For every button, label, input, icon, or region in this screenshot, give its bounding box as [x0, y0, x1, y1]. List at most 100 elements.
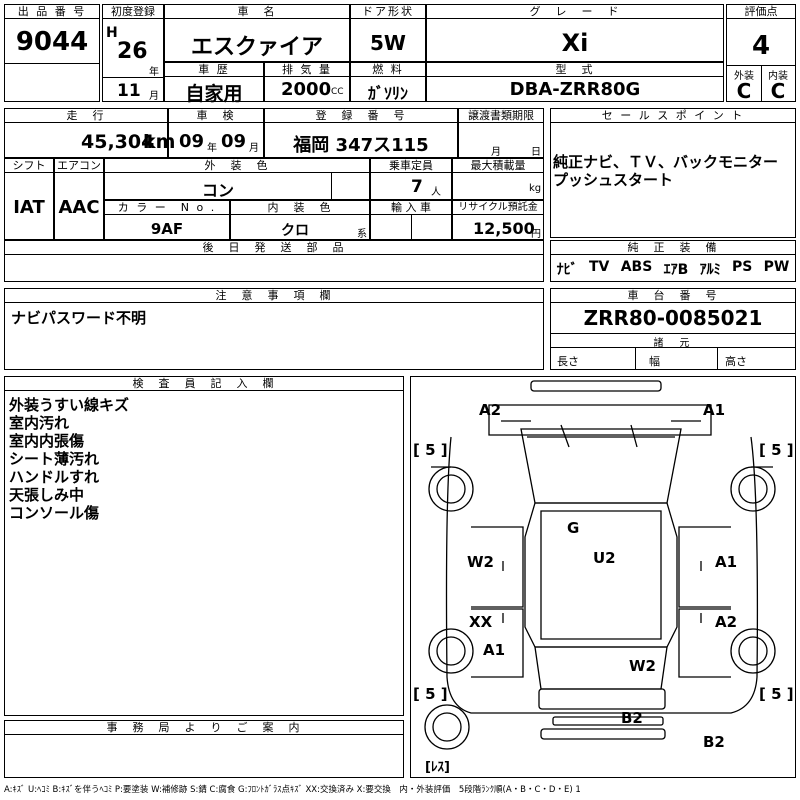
first-registration-box: 初度登録 H 26 年 11 月: [102, 4, 164, 102]
inspection-month-unit: 月: [249, 143, 259, 154]
damage-mark: B2: [621, 709, 643, 727]
score: 4: [751, 31, 771, 61]
spec-length: 長さ: [557, 355, 579, 368]
damage-mark: A1: [715, 553, 737, 571]
model-header: 型 式: [427, 63, 723, 77]
max-load-unit: kg: [529, 183, 542, 194]
inspection-year: 09: [179, 131, 205, 152]
sales-point-item: 純正ナビ、ＴＶ、バックモニター: [553, 153, 779, 171]
car-name-box: 車 名 エスクァイア: [164, 4, 350, 62]
lot-number-header: 出 品 番 号: [5, 5, 99, 19]
genuine-item: PS: [731, 259, 753, 275]
import-header: 輸 入 車: [371, 201, 451, 215]
reg-year: 26: [117, 39, 148, 64]
month-unit: 月: [149, 91, 159, 102]
inspector-note: 天張しみ中: [9, 486, 85, 504]
transfer-month: 月: [491, 147, 501, 158]
import-box: 輸 入 車: [370, 200, 452, 240]
car-diagram-box: A2 A1 G U2 W2 A1 XX A2 A1 W2 B2 B2 [ 5 ]…: [410, 376, 796, 778]
fuel-box: 燃 料 ｶﾞｿﾘﾝ: [350, 62, 426, 103]
model-code: DBA-ZRR80G: [509, 79, 641, 100]
interior-score: C: [770, 79, 786, 103]
damage-mark: G: [567, 519, 579, 537]
inspection-box: 車 検 09 年 09 月: [168, 108, 264, 158]
displacement-header: 排 気 量: [265, 63, 349, 77]
door-box: ドア形状 5W: [350, 4, 426, 62]
inspector-note: コンソール傷: [9, 504, 100, 522]
recycle-unit: 円: [531, 229, 541, 240]
genuine-item: ｴｱB: [663, 262, 689, 278]
genuine-item: ABS: [620, 259, 653, 275]
inspector-note: 外装うすい線キズ: [9, 396, 130, 414]
shift-box: シフト IAT: [4, 158, 54, 240]
inspector-note: 室内汚れ: [9, 414, 70, 432]
genuine-box: 純 正 装 備 ﾅﾋﾞ TV ABS ｴｱB ｱﾙﾐ PS PW: [550, 240, 796, 282]
int-color-box: 内 装 色 クロ 系: [230, 200, 370, 240]
genuine-header: 純 正 装 備: [551, 241, 795, 255]
genuine-equipment-list: ﾅﾋﾞ TV ABS ｴｱB ｱﾙﾐ PS PW: [551, 259, 795, 279]
score-box: 評価点 4 外装 内装 C C: [726, 4, 796, 103]
damage-mark: A2: [715, 613, 737, 631]
later-parts-header: 後 日 発 送 部 品: [5, 241, 543, 255]
capacity-unit: 人: [431, 187, 441, 198]
era: H: [106, 25, 118, 41]
aircon-box: エアコン AAC: [54, 158, 104, 240]
spec-width: 幅: [649, 355, 660, 368]
fuel: ｶﾞｿﾘﾝ: [367, 84, 408, 103]
genuine-item: TV: [588, 259, 610, 275]
legend: A:ｷｽﾞ U:ﾍｺﾐ B:ｷｽﾞを伴うﾍｺﾐ P:要塗装 W:補修跡 S:錆 …: [4, 785, 581, 795]
inspection-year-unit: 年: [207, 143, 217, 154]
tire-depth: [ 5 ]: [759, 685, 794, 703]
max-load-header: 最大積載量: [453, 159, 543, 173]
exterior-score: C: [736, 79, 752, 103]
transfer-header: 譲渡書類期限: [459, 109, 543, 123]
inspection-month: 09: [221, 131, 247, 152]
chassis-header: 車 台 番 号: [551, 289, 795, 303]
damage-mark: W2: [629, 657, 656, 675]
fuel-header: 燃 料: [351, 63, 425, 77]
reg-number-header: 登 録 番 号: [265, 109, 457, 123]
sales-point-item: プッシュスタート: [553, 171, 674, 189]
recycle-box: リサイクル預託金 12,500 円: [452, 200, 544, 240]
notes-list: ナビパスワード不明: [11, 309, 146, 327]
damage-mark: A2: [479, 401, 501, 419]
damage-mark: XX: [469, 613, 493, 631]
model-box: 型 式 DBA-ZRR80G: [426, 62, 724, 102]
reg-month: 11: [117, 81, 141, 101]
damage-mark: B2: [703, 733, 725, 751]
notes-box: 注 意 事 項 欄 ナビパスワード不明: [4, 288, 544, 370]
damage-mark: W2: [467, 553, 494, 571]
genuine-item: ﾅﾋﾞ: [556, 262, 578, 278]
reg-number-box: 登 録 番 号 福岡 347ス115: [264, 108, 458, 158]
genuine-item: ｱﾙﾐ: [699, 262, 721, 278]
sales-point-box: セ ー ル ス ポ イ ン ト 純正ナビ、ＴＶ、バックモニター プッシュスタート: [550, 108, 796, 238]
tire-depth: [ 5 ]: [759, 441, 794, 459]
mileage-header: 走 行: [5, 109, 167, 123]
genuine-item: PW: [763, 259, 790, 275]
spec-height: 高さ: [725, 355, 747, 368]
spare-tire: [ﾚｽ]: [425, 760, 450, 775]
car-name: エスクァイア: [190, 35, 323, 60]
year-unit: 年: [149, 67, 159, 78]
int-color-header: 内 装 色: [231, 201, 369, 215]
later-parts-box: 後 日 発 送 部 品: [4, 240, 544, 282]
damage-marks: A2 A1 G U2 W2 A1 XX A2 A1 W2 B2 B2: [467, 401, 737, 751]
history-header: 車 歴: [165, 63, 263, 77]
lot-number-box: 出 品 番 号 9044: [4, 4, 100, 102]
displacement-unit: CC: [331, 87, 344, 97]
int-color-unit: 系: [357, 229, 367, 240]
transfer-box: 譲渡書類期限 月 日: [458, 108, 544, 158]
office-header: 事 務 局 よ り ご 案 内: [5, 721, 403, 735]
shift: IAT: [13, 197, 45, 218]
capacity-box: 乗車定員 7 人: [370, 158, 452, 200]
ext-color-header: 外 装 色: [105, 159, 369, 173]
grade: Xi: [561, 29, 589, 57]
inspector-note: 室内内張傷: [9, 432, 85, 450]
sales-point-list: 純正ナビ、ＴＶ、バックモニター プッシュスタート: [553, 153, 778, 189]
capacity: 7: [411, 177, 423, 197]
max-load-box: 最大積載量 kg: [452, 158, 544, 200]
damage-mark: U2: [593, 549, 616, 567]
door-type: 5W: [370, 31, 406, 55]
notes-text: ナビパスワード不明: [11, 309, 147, 327]
chassis-number: ZRR80-0085021: [583, 306, 763, 330]
